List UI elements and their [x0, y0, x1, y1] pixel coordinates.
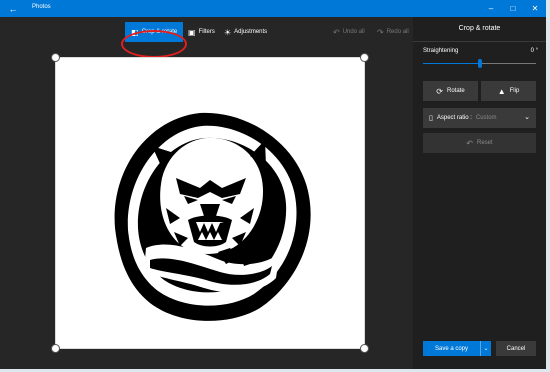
- reset-icon: ↶: [466, 138, 473, 148]
- crop-handle-bottom-left[interactable]: [51, 344, 60, 353]
- window-title: Photos: [32, 4, 51, 10]
- maximize-icon[interactable]: □: [502, 0, 524, 17]
- adjustments-label: Adjustments: [234, 29, 268, 35]
- aspect-ratio-value: Custom: [475, 115, 497, 121]
- flip-icon: ▲: [497, 86, 506, 96]
- adjustments-tab[interactable]: ☀ Adjustments: [224, 22, 267, 42]
- reset-button[interactable]: ↶ Reset: [423, 133, 536, 153]
- minimize-icon[interactable]: –: [480, 0, 502, 17]
- redo-icon: ↷: [377, 27, 384, 37]
- bear-logo-image: [114, 112, 311, 321]
- filters-icon: ▣: [188, 27, 196, 37]
- adjustments-icon: ☀: [224, 27, 232, 37]
- aspect-ratio-icon: ▯: [429, 115, 433, 122]
- crop-handle-top-right[interactable]: [360, 53, 369, 62]
- photos-window: ← Photos – □ ✕ ◧ Crop & rotate ▣ Filters…: [0, 0, 546, 369]
- annotation-oval: [121, 30, 187, 58]
- chevron-down-icon: ⌄: [524, 114, 530, 121]
- straightening-slider[interactable]: [423, 59, 536, 68]
- title-bar: ← Photos – □ ✕: [0, 0, 546, 17]
- back-arrow-icon[interactable]: ←: [0, 0, 26, 17]
- rotate-label: Rotate: [447, 88, 465, 94]
- aspect-ratio-dropdown[interactable]: ▯ Aspect ratio : Custom ⌄: [423, 108, 536, 128]
- filters-label: Filters: [198, 29, 215, 35]
- undo-all-label: Undo all: [342, 29, 365, 35]
- flip-label: Flip: [509, 88, 520, 94]
- undo-all-button[interactable]: ↶ Undo all: [333, 22, 365, 42]
- crop-handle-bottom-right[interactable]: [360, 344, 369, 353]
- panel-title: Crop & rotate: [458, 25, 501, 32]
- redo-all-button[interactable]: ↷ Redo all: [377, 22, 409, 42]
- panel-divider: [413, 41, 546, 42]
- save-copy-button[interactable]: Save a copy: [423, 341, 480, 356]
- crop-image[interactable]: [55, 57, 365, 349]
- straightening-label: Straightening: [423, 48, 459, 54]
- save-options-chevron-icon[interactable]: ⌄: [480, 341, 491, 356]
- flip-button[interactable]: ▲ Flip: [481, 81, 536, 101]
- redo-all-label: Redo all: [386, 29, 409, 35]
- aspect-ratio-label: Aspect ratio :: [436, 115, 472, 121]
- filters-tab[interactable]: ▣ Filters: [188, 22, 215, 42]
- edit-toolbar: ◧ Crop & rotate ▣ Filters ☀ Adjustments …: [0, 17, 413, 45]
- rotate-button[interactable]: ⟳ Rotate: [423, 81, 478, 101]
- slider-thumb[interactable]: [478, 59, 482, 68]
- straightening-value: 0 °: [530, 48, 538, 54]
- rotate-icon: ⟳: [436, 86, 443, 96]
- slider-fill: [423, 63, 480, 64]
- close-icon[interactable]: ✕: [524, 0, 546, 17]
- crop-rotate-panel: Crop & rotate Straightening 0 ° ⟳ Rotate…: [413, 17, 546, 369]
- reset-label: Reset: [477, 140, 493, 146]
- canvas-area: ◧ Crop & rotate ▣ Filters ☀ Adjustments …: [0, 17, 413, 369]
- cancel-button[interactable]: Cancel: [496, 341, 536, 356]
- crop-handle-top-left[interactable]: [51, 53, 60, 62]
- undo-icon: ↶: [333, 27, 340, 37]
